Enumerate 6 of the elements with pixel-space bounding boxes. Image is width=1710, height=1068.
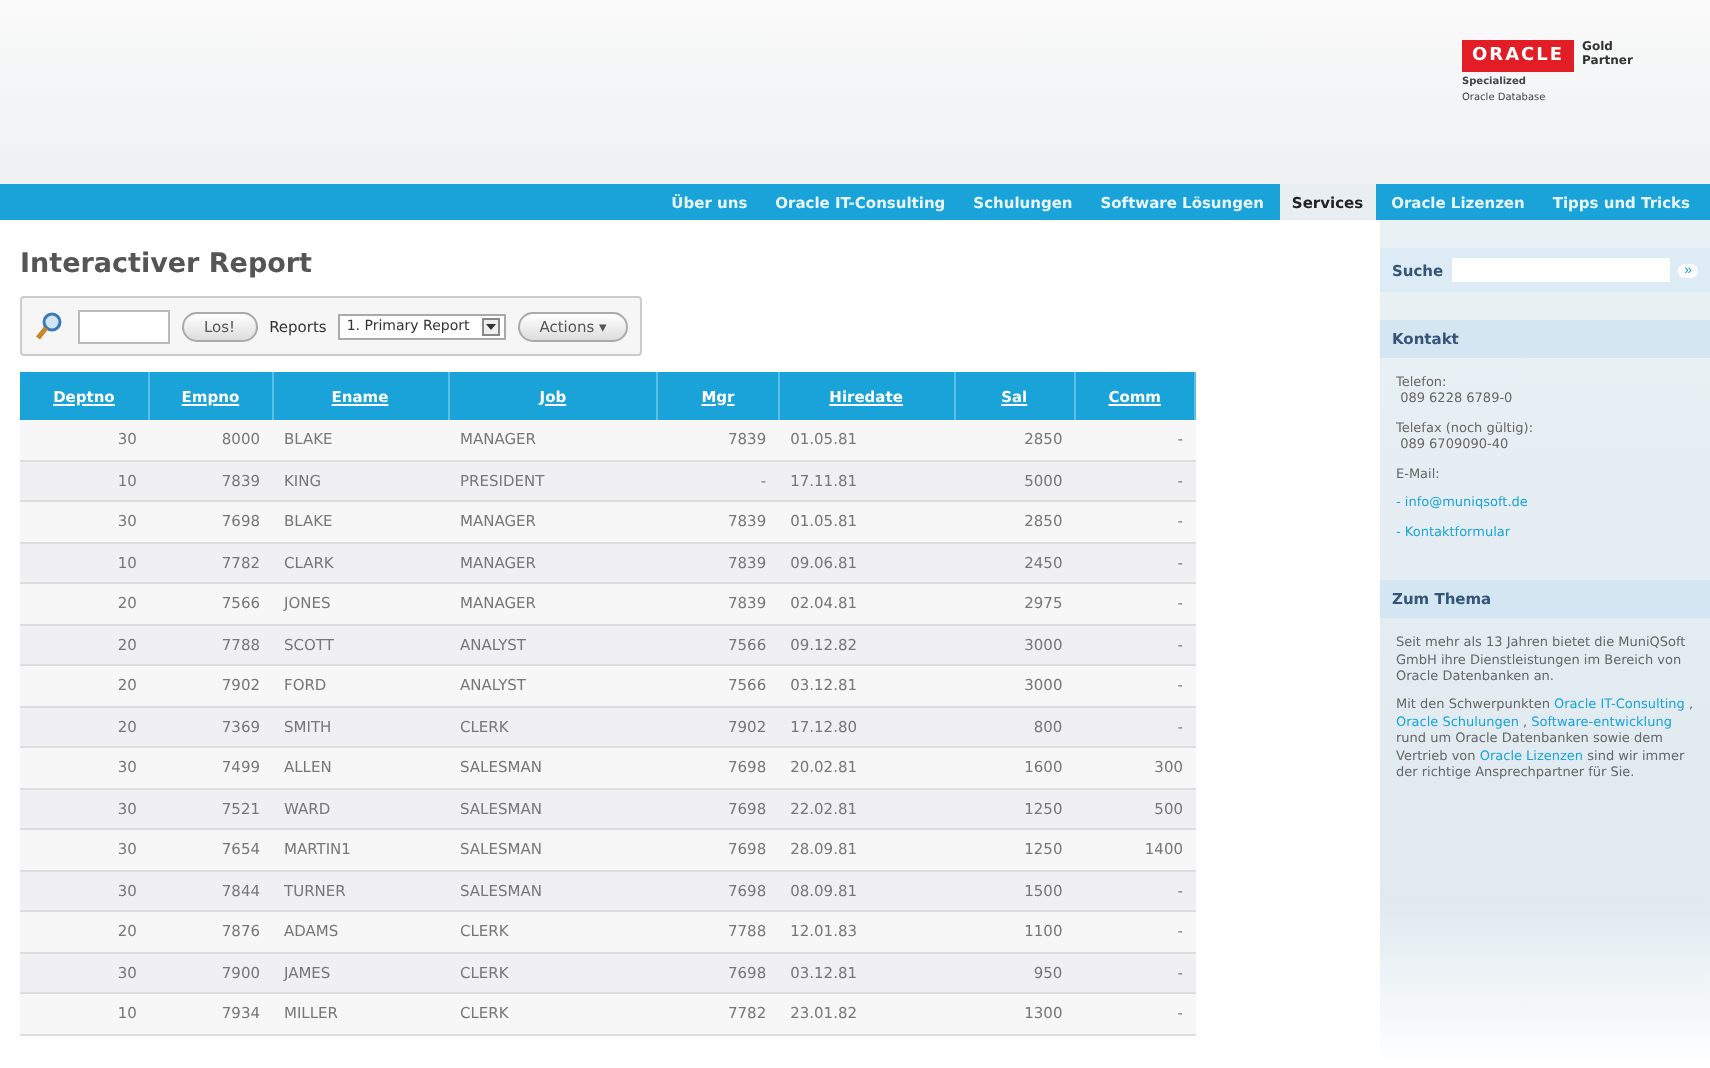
- search-icon[interactable]: [34, 310, 66, 342]
- site-search-field[interactable]: [1451, 258, 1671, 282]
- oracle-logo: ORACLE: [1462, 40, 1575, 72]
- dropdown-icon[interactable]: [481, 317, 500, 335]
- search-field[interactable]: [78, 309, 170, 343]
- page-title: Interactiver Report: [20, 248, 315, 280]
